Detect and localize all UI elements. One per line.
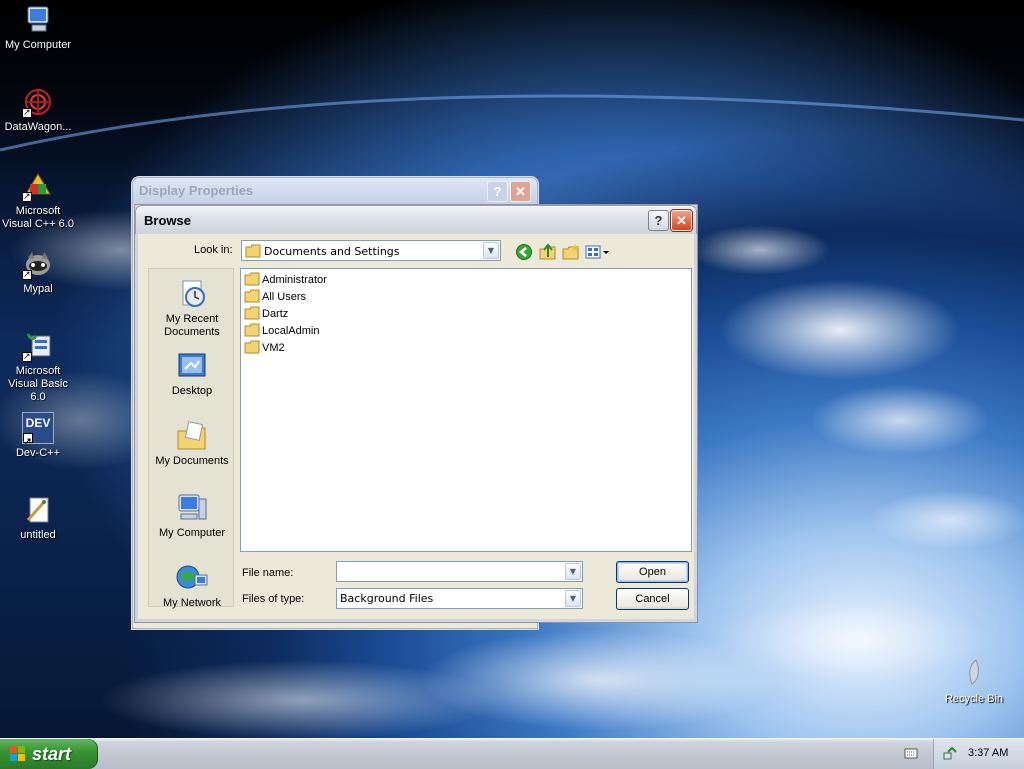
chevron-down-icon[interactable]: ▼ <box>565 590 581 607</box>
desktop-icon-label: Mypal <box>23 283 53 295</box>
folder-icon <box>245 244 261 258</box>
desktop-icon-mypal[interactable]: Mypal <box>0 248 76 296</box>
desktop-icon <box>178 353 206 377</box>
folder-icon <box>244 340 260 354</box>
place-my-network[interactable]: My Network <box>149 561 235 610</box>
list-item-localadmin[interactable]: LocalAdmin <box>244 323 319 339</box>
shortcut-arrow-icon <box>22 268 32 281</box>
shortcut-arrow-icon <box>22 106 32 119</box>
desktop-icon-label: Dev-C++ <box>15 447 61 459</box>
place-label: Desktop <box>171 385 213 397</box>
file-name: LocalAdmin <box>262 325 320 337</box>
look-in-label: Look in: <box>194 244 233 256</box>
look-in-text: Documents and Settings <box>264 245 400 258</box>
files-of-type-value: Background Files <box>340 592 434 605</box>
my-computer-icon <box>27 6 49 32</box>
desktop-icon-untitled[interactable]: untitled <box>0 494 76 542</box>
network-tray-icon[interactable] <box>942 746 958 762</box>
shortcut-arrow-icon <box>22 350 32 363</box>
start-label: start <box>32 744 72 764</box>
up-folder-icon[interactable] <box>539 243 557 261</box>
chevron-down-icon[interactable]: ▼ <box>483 242 499 259</box>
file-name: All Users <box>262 291 307 303</box>
files-of-type-label: Files of type: <box>242 593 305 605</box>
file-list[interactable]: Administrator All Users Dartz LocalAdmin… <box>240 268 692 552</box>
desktop-icon-visual-cpp[interactable]: Microsoft Visual C++ 6.0 <box>0 170 76 231</box>
place-label: My Documents <box>155 455 229 467</box>
place-my-recent-documents[interactable]: My Recent Documents <box>149 277 235 339</box>
recent-documents-icon <box>182 280 205 307</box>
desktop-icon-label: untitled <box>20 529 56 541</box>
back-arrow-icon[interactable] <box>515 243 533 261</box>
place-my-documents[interactable]: My Documents <box>149 419 235 468</box>
folder-icon <box>244 272 260 286</box>
start-button[interactable]: start <box>0 739 98 769</box>
desktop-icon-datawagon[interactable]: DataWagon... <box>0 86 76 134</box>
paint-file-icon <box>26 497 49 523</box>
browse-dialog[interactable]: Browse ? ✕ Look in: Documents and Settin… <box>134 204 698 623</box>
recycle-bin-icon <box>969 659 979 685</box>
file-name: Dartz <box>262 308 289 320</box>
shortcut-arrow-icon <box>22 190 32 203</box>
view-menu-icon[interactable] <box>585 243 611 261</box>
window-title: Display Properties <box>139 183 254 198</box>
folder-icon <box>244 289 260 303</box>
chevron-down-icon[interactable]: ▼ <box>565 563 581 580</box>
dialog-title: Browse <box>144 213 191 228</box>
clock[interactable]: 3:37 AM <box>968 747 1008 759</box>
close-button[interactable]: ✕ <box>670 209 693 232</box>
file-name-label: File name: <box>242 567 294 579</box>
desktop-icon-visual-basic[interactable]: Microsoft Visual Basic 6.0 <box>0 330 76 404</box>
place-my-computer[interactable]: My Computer <box>149 491 235 540</box>
look-in-value: Documents and Settings <box>245 244 400 258</box>
file-name: VM2 <box>262 342 285 354</box>
desktop-icon-label: Microsoft Visual Basic 6.0 <box>8 365 68 403</box>
dev-cpp-icon: DEV <box>22 412 54 451</box>
windows-flag-icon <box>10 746 25 761</box>
desktop-icon-label: Microsoft Visual C++ 6.0 <box>2 205 74 230</box>
shortcut-arrow-icon <box>23 431 33 451</box>
help-button[interactable]: ? <box>648 210 669 231</box>
place-label: My Recent Documents <box>164 313 220 338</box>
desktop-icon-dev-cpp[interactable]: DEV Dev-C++ <box>0 412 76 460</box>
taskbar: start 3:37 AM <box>0 738 1024 769</box>
system-tray: 3:37 AM <box>933 739 1024 769</box>
places-bar: My Recent Documents Desktop My Documents… <box>148 268 235 610</box>
close-icon: ✕ <box>676 213 687 228</box>
list-item-all-users[interactable]: All Users <box>244 289 306 305</box>
desktop-icon-label: My Computer <box>4 39 72 51</box>
desktop-icon-label: Recycle Bin <box>944 693 1004 705</box>
display-properties-titlebar[interactable]: Display Properties ? ✕ <box>133 178 537 204</box>
list-item-vm2[interactable]: VM2 <box>244 340 285 356</box>
my-documents-icon <box>177 421 206 450</box>
close-icon: ✕ <box>515 184 526 199</box>
cancel-button[interactable]: Cancel <box>616 588 689 610</box>
browse-titlebar[interactable]: Browse ? ✕ <box>135 205 697 234</box>
list-item-administrator[interactable]: Administrator <box>244 272 327 288</box>
keyboard-icon[interactable] <box>904 746 918 760</box>
open-button[interactable]: Open <box>616 561 689 583</box>
desktop-icon-my-computer[interactable]: My Computer <box>0 4 76 52</box>
folder-icon <box>244 323 260 337</box>
my-computer-icon <box>178 494 207 520</box>
file-name: Administrator <box>262 274 327 286</box>
new-folder-icon[interactable] <box>562 243 580 261</box>
look-in-dropdown[interactable]: Documents and Settings ▼ <box>241 240 501 261</box>
place-label: My Computer <box>158 527 226 539</box>
dev-badge-text: DEV <box>25 416 51 430</box>
files-of-type-dropdown[interactable]: Background Files ▼ <box>336 588 583 609</box>
help-icon: ? <box>654 213 663 228</box>
desktop-icon-recycle-bin[interactable]: Recycle Bin <box>936 658 1012 706</box>
folder-icon <box>244 306 260 320</box>
list-item-dartz[interactable]: Dartz <box>244 306 288 322</box>
desktop-icon-label: DataWagon... <box>4 121 72 133</box>
place-desktop[interactable]: Desktop <box>149 349 235 398</box>
close-button[interactable]: ✕ <box>510 181 531 202</box>
help-button[interactable]: ? <box>487 181 508 202</box>
file-name-field[interactable]: ▼ <box>336 561 583 582</box>
help-icon: ? <box>493 184 502 199</box>
place-label: My Network <box>162 597 222 609</box>
network-places-icon <box>176 565 208 589</box>
